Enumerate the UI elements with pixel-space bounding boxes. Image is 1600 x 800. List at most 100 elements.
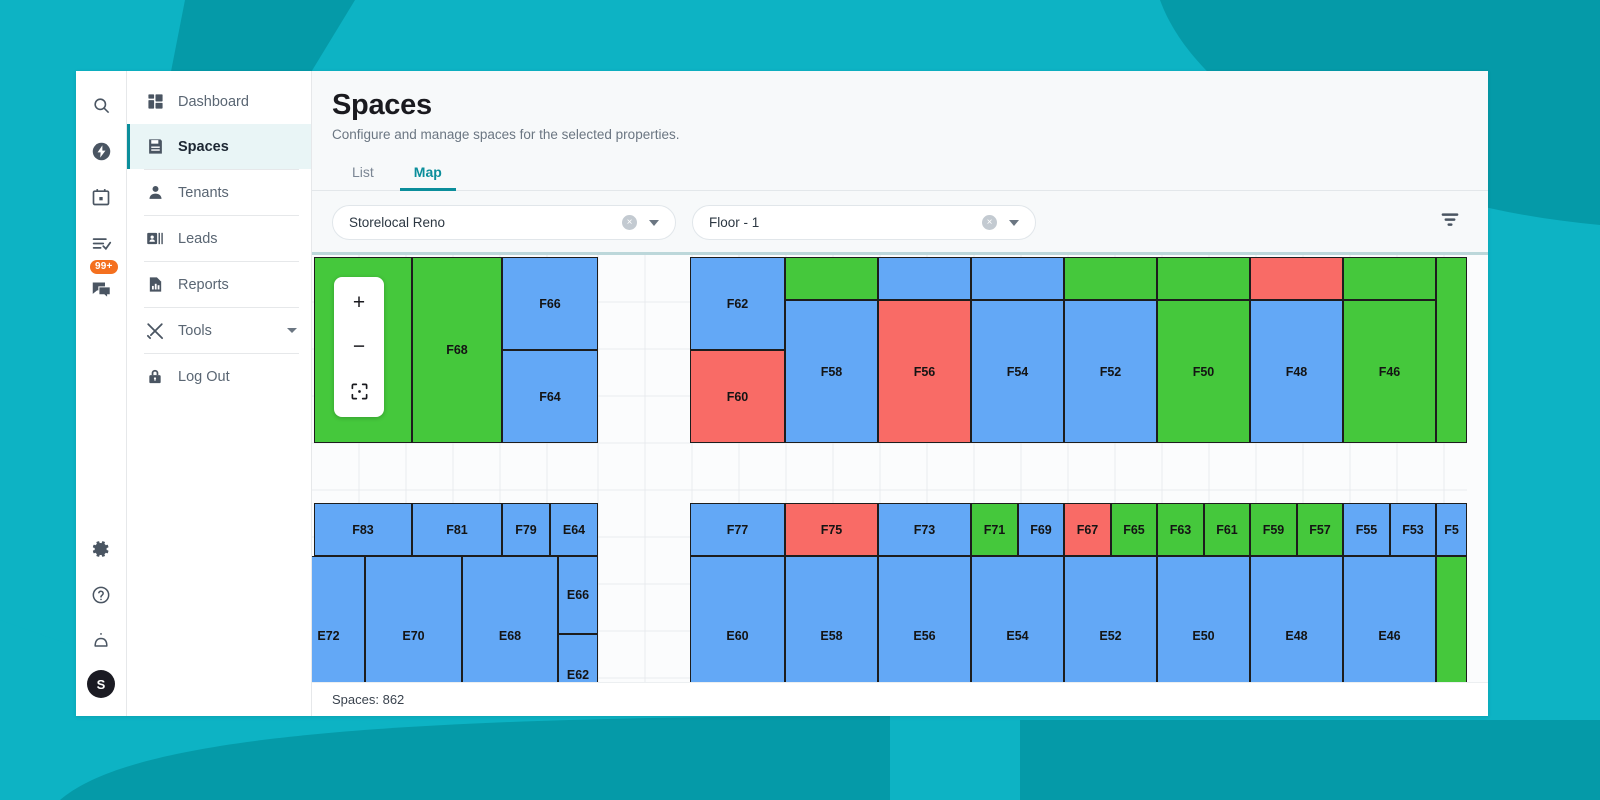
map-unit-f62[interactable]: F62 xyxy=(690,257,785,350)
map-unit[interactable] xyxy=(1064,257,1157,300)
space-map[interactable]: F68 F66 F64 F62 F60 F58 F56 F54 F52 F50 F48 F46 F83 F… xyxy=(312,252,1488,682)
map-unit[interactable] xyxy=(971,257,1064,300)
tab-map[interactable]: Map xyxy=(394,158,462,191)
map-unit-f53[interactable]: F53 xyxy=(1390,503,1436,556)
map-unit-e56[interactable]: E56 xyxy=(878,556,971,682)
map-unit-f83[interactable]: F83 xyxy=(314,503,412,556)
map-unit-label: F59 xyxy=(1262,522,1285,537)
map-unit-f81[interactable]: F81 xyxy=(412,503,502,556)
map-unit-f60[interactable]: F60 xyxy=(690,350,785,443)
messages-badge: 99+ xyxy=(90,260,118,274)
help-circle-icon[interactable] xyxy=(84,578,118,612)
map-unit[interactable] xyxy=(1250,257,1343,300)
sidebar-item-spaces[interactable]: Spaces xyxy=(127,124,311,169)
sidebar-item-tenants[interactable]: Tenants xyxy=(127,170,311,215)
property-clear-icon[interactable]: × xyxy=(622,215,637,230)
map-unit-f59[interactable]: F59 xyxy=(1250,503,1297,556)
map-unit-label: F54 xyxy=(1006,364,1029,379)
map-unit-f75[interactable]: F75 xyxy=(785,503,878,556)
activity-bolt-icon[interactable] xyxy=(84,134,118,168)
zoom-in-button[interactable]: + xyxy=(334,281,384,325)
app-window: 99+ S Dashboard Spaces Tenants Leads Rep… xyxy=(76,71,1488,716)
recenter-icon[interactable] xyxy=(334,369,384,413)
filter-funnel-icon[interactable] xyxy=(1440,210,1460,235)
map-unit-f52[interactable]: F52 xyxy=(1064,300,1157,443)
map-unit-label: F77 xyxy=(726,522,749,537)
map-unit-f65[interactable]: F65 xyxy=(1111,503,1157,556)
spaces-count: Spaces: 862 xyxy=(332,692,405,707)
chevron-down-icon[interactable] xyxy=(287,328,297,333)
map-unit-f64[interactable]: F64 xyxy=(502,350,598,443)
sidebar-item-logout[interactable]: Log Out xyxy=(127,354,311,399)
sidebar-item-reports[interactable]: Reports xyxy=(127,262,311,307)
map-unit-f73[interactable]: F73 xyxy=(878,503,971,556)
sidebar-item-leads[interactable]: Leads xyxy=(127,216,311,261)
map-unit-f48[interactable]: F48 xyxy=(1250,300,1343,443)
map-unit-e72[interactable]: E72 xyxy=(312,556,365,682)
search-icon[interactable] xyxy=(84,88,118,122)
map-unit-f71[interactable]: F71 xyxy=(971,503,1018,556)
map-unit-f58[interactable]: F58 xyxy=(785,300,878,443)
lock-icon xyxy=(144,366,166,388)
sidebar-item-dashboard[interactable]: Dashboard xyxy=(127,79,311,124)
map-unit[interactable] xyxy=(1436,257,1467,443)
map-unit-e52[interactable]: E52 xyxy=(1064,556,1157,682)
property-select[interactable]: Storelocal Reno × xyxy=(332,205,676,240)
map-unit-e48[interactable]: E48 xyxy=(1250,556,1343,682)
calendar-icon[interactable] xyxy=(84,180,118,214)
map-unit-label: F64 xyxy=(539,389,561,404)
map-unit-e50[interactable]: E50 xyxy=(1157,556,1250,682)
task-list-check-icon[interactable] xyxy=(84,226,118,260)
map-unit-f63[interactable]: F63 xyxy=(1157,503,1204,556)
map-unit-f67[interactable]: F67 xyxy=(1064,503,1111,556)
map-unit-e70[interactable]: E70 xyxy=(365,556,462,682)
map-unit-f69[interactable]: F69 xyxy=(1018,503,1064,556)
floor-clear-icon[interactable]: × xyxy=(982,215,997,230)
map-unit-f55[interactable]: F55 xyxy=(1343,503,1390,556)
map-unit[interactable] xyxy=(785,257,878,300)
tab-bar: List Map xyxy=(312,158,1488,191)
sidebar-item-tools[interactable]: Tools xyxy=(127,308,311,353)
map-unit-e54[interactable]: E54 xyxy=(971,556,1064,682)
map-unit[interactable] xyxy=(1343,257,1436,300)
map-unit-f79[interactable]: F79 xyxy=(502,503,550,556)
map-unit-label: E54 xyxy=(1006,629,1029,643)
filter-bar: Storelocal Reno × Floor - 1 × xyxy=(312,191,1488,252)
map-unit-e46[interactable]: E46 xyxy=(1343,556,1436,682)
map-footer: Spaces: 862 xyxy=(312,682,1488,716)
map-unit-f61[interactable]: F61 xyxy=(1204,503,1250,556)
map-unit-e58[interactable]: E58 xyxy=(785,556,878,682)
map-unit-e64[interactable]: E64 xyxy=(550,503,598,556)
chevron-down-icon[interactable] xyxy=(649,219,659,226)
gear-icon[interactable] xyxy=(84,532,118,566)
map-unit[interactable] xyxy=(1157,257,1250,300)
sidebar-nav: Dashboard Spaces Tenants Leads Reports T… xyxy=(127,71,312,716)
map-unit-f66[interactable]: F66 xyxy=(502,257,598,350)
avatar[interactable]: S xyxy=(87,670,115,698)
map-unit-f54[interactable]: F54 xyxy=(971,300,1064,443)
map-unit-f56[interactable]: F56 xyxy=(878,300,971,443)
chevron-down-icon[interactable] xyxy=(1009,219,1019,226)
alert-bell-icon[interactable] xyxy=(84,624,118,658)
map-unit[interactable] xyxy=(878,257,971,300)
map-unit-f77[interactable]: F77 xyxy=(690,503,785,556)
zoom-out-button[interactable]: − xyxy=(334,325,384,369)
floor-select[interactable]: Floor - 1 × xyxy=(692,205,1036,240)
map-unit-f68[interactable]: F68 xyxy=(412,257,502,443)
map-unit-label: E48 xyxy=(1285,629,1308,643)
map-unit-f50[interactable]: F50 xyxy=(1157,300,1250,443)
tab-list[interactable]: List xyxy=(332,158,394,190)
map-unit-e60[interactable]: E60 xyxy=(690,556,785,682)
map-unit[interactable] xyxy=(1436,556,1467,682)
map-unit-e62[interactable]: E62 xyxy=(558,634,598,682)
map-unit-f57[interactable]: F57 xyxy=(1297,503,1343,556)
map-unit-label: F60 xyxy=(726,389,749,404)
map-canvas[interactable]: F68 F66 F64 F62 F60 F58 F56 F54 F52 F50 F48 F46 F83 F… xyxy=(312,255,1467,682)
map-unit-e68[interactable]: E68 xyxy=(462,556,558,682)
map-unit-e66[interactable]: E66 xyxy=(558,556,598,634)
sidebar-item-label: Spaces xyxy=(178,138,229,155)
map-unit-f46[interactable]: F46 xyxy=(1343,300,1436,443)
messages-icon[interactable]: 99+ xyxy=(84,260,118,306)
map-unit-label: F50 xyxy=(1192,364,1215,379)
map-unit-f5[interactable]: F5 xyxy=(1436,503,1467,556)
